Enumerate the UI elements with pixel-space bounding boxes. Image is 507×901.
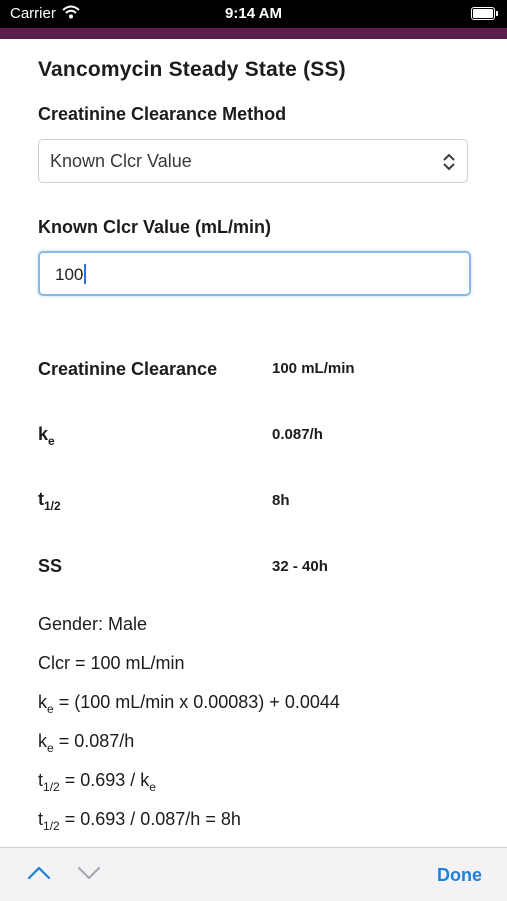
select-value: Known Clcr Value [50, 151, 192, 171]
known-clcr-input[interactable]: 100 [38, 251, 471, 296]
result-value-crcl: 100 mL/min [272, 360, 355, 377]
text-caret [84, 264, 87, 284]
chevron-up-icon[interactable] [27, 865, 51, 881]
clearance-method-select[interactable]: Known Clcr Value [38, 139, 468, 183]
result-value-ke: 0.087/h [272, 426, 323, 443]
formula-ke-calc: ke = (100 mL/min x 0.00083) + 0.0044 [38, 692, 340, 716]
result-label-ss: SS [38, 556, 63, 576]
page-title: Vancomycin Steady State (SS) [38, 58, 346, 81]
formula-clcr: Clcr = 100 mL/min [38, 653, 185, 673]
clock: 9:14 AM [225, 5, 282, 22]
result-value-thalf: 8h [272, 492, 290, 509]
chevron-up-down-icon [443, 153, 455, 171]
formula-gender: Gender: Male [38, 614, 148, 634]
formula-thalf-calc: t1/2 = 0.693 / 0.087/h = 8h [38, 809, 241, 833]
formula-ke-value: ke = 0.087/h [38, 731, 135, 755]
input-accessory-toolbar: Done [0, 847, 507, 901]
known-clcr-label: Known Clcr Value (mL/min) [38, 217, 272, 237]
result-value-ss: 32 - 40h [272, 558, 328, 575]
status-bar: Carrier 9:14 AM [0, 0, 507, 28]
result-label-thalf: t1/2 [38, 489, 61, 513]
chevron-down-icon[interactable] [77, 865, 101, 881]
method-label: Creatinine Clearance Method [38, 104, 287, 124]
formula-thalf-def: t1/2 = 0.693 / ke [38, 770, 156, 794]
done-button[interactable]: Done [437, 865, 482, 886]
battery-icon [471, 7, 498, 20]
nav-accent-bar [0, 28, 507, 39]
result-label-ke: ke [38, 424, 55, 448]
input-value: 100 [55, 264, 87, 285]
result-label-crcl: Creatinine Clearance [38, 359, 218, 379]
